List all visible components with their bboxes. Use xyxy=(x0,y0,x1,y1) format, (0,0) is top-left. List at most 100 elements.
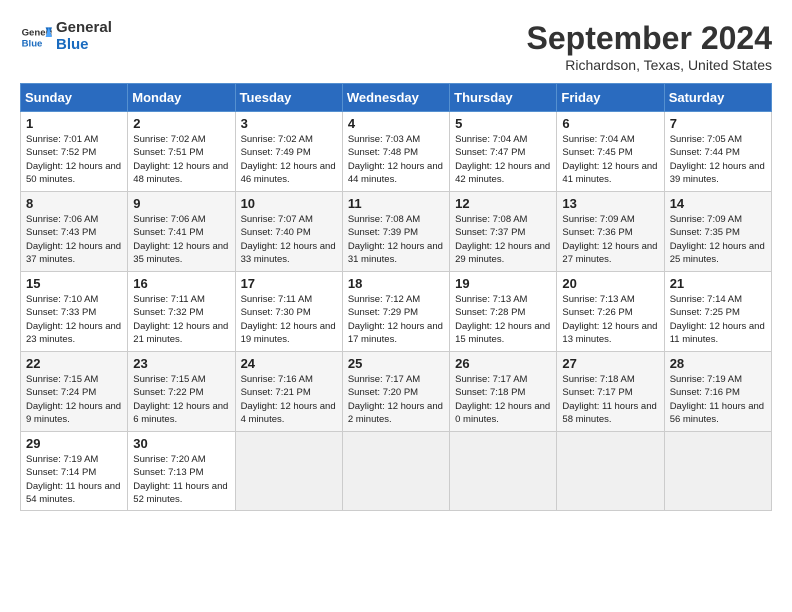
day-number: 28 xyxy=(670,356,766,371)
day-number: 18 xyxy=(348,276,444,291)
day-info: Sunrise: 7:03 AM Sunset: 7:48 PM Dayligh… xyxy=(348,133,444,186)
day-info: Sunrise: 7:14 AM Sunset: 7:25 PM Dayligh… xyxy=(670,293,766,346)
day-info: Sunrise: 7:17 AM Sunset: 7:20 PM Dayligh… xyxy=(348,373,444,426)
day-cell-25: 25 Sunrise: 7:17 AM Sunset: 7:20 PM Dayli… xyxy=(342,352,449,432)
day-cell-29: 29Sunrise: 7:19 AM Sunset: 7:14 PM Dayli… xyxy=(21,432,128,511)
day-cell-3: 3 Sunrise: 7:02 AM Sunset: 7:49 PM Daylig… xyxy=(235,112,342,192)
day-cell-6: 6 Sunrise: 7:04 AM Sunset: 7:45 PM Daylig… xyxy=(557,112,664,192)
logo-icon: General Blue xyxy=(20,21,52,53)
day-info: Sunrise: 7:19 AM Sunset: 7:14 PM Dayligh… xyxy=(26,453,122,506)
day-number: 2 xyxy=(133,116,229,131)
day-cell-18: 18 Sunrise: 7:12 AM Sunset: 7:29 PM Dayli… xyxy=(342,272,449,352)
calendar-week-4: 22 Sunrise: 7:15 AM Sunset: 7:24 PM Dayli… xyxy=(21,352,772,432)
day-cell-27: 27 Sunrise: 7:18 AM Sunset: 7:17 PM Dayli… xyxy=(557,352,664,432)
day-cell-22: 22 Sunrise: 7:15 AM Sunset: 7:24 PM Dayli… xyxy=(21,352,128,432)
day-info: Sunrise: 7:11 AM Sunset: 7:30 PM Dayligh… xyxy=(241,293,337,346)
day-number: 3 xyxy=(241,116,337,131)
column-header-friday: Friday xyxy=(557,84,664,112)
day-cell-4: 4 Sunrise: 7:03 AM Sunset: 7:48 PM Daylig… xyxy=(342,112,449,192)
day-number: 11 xyxy=(348,196,444,211)
day-cell-12: 12 Sunrise: 7:08 AM Sunset: 7:37 PM Dayli… xyxy=(450,192,557,272)
day-number: 4 xyxy=(348,116,444,131)
calendar-week-1: 1Sunrise: 7:01 AM Sunset: 7:52 PM Daylig… xyxy=(21,112,772,192)
empty-cell xyxy=(450,432,557,511)
logo-text-general: General xyxy=(56,20,112,37)
day-info: Sunrise: 7:08 AM Sunset: 7:37 PM Dayligh… xyxy=(455,213,551,266)
day-info: Sunrise: 7:09 AM Sunset: 7:36 PM Dayligh… xyxy=(562,213,658,266)
day-number: 7 xyxy=(670,116,766,131)
day-number: 13 xyxy=(562,196,658,211)
day-info: Sunrise: 7:15 AM Sunset: 7:24 PM Dayligh… xyxy=(26,373,122,426)
day-cell-21: 21 Sunrise: 7:14 AM Sunset: 7:25 PM Dayli… xyxy=(664,272,771,352)
day-info: Sunrise: 7:02 AM Sunset: 7:49 PM Dayligh… xyxy=(241,133,337,186)
calendar-week-2: 8 Sunrise: 7:06 AM Sunset: 7:43 PM Daylig… xyxy=(21,192,772,272)
title-area: September 2024 Richardson, Texas, United… xyxy=(527,20,772,73)
day-cell-17: 17 Sunrise: 7:11 AM Sunset: 7:30 PM Dayli… xyxy=(235,272,342,352)
day-cell-19: 19 Sunrise: 7:13 AM Sunset: 7:28 PM Dayli… xyxy=(450,272,557,352)
day-cell-8: 8 Sunrise: 7:06 AM Sunset: 7:43 PM Daylig… xyxy=(21,192,128,272)
day-number: 6 xyxy=(562,116,658,131)
day-cell-23: 23Sunrise: 7:15 AM Sunset: 7:22 PM Dayli… xyxy=(128,352,235,432)
day-info: Sunrise: 7:05 AM Sunset: 7:44 PM Dayligh… xyxy=(670,133,766,186)
day-info: Sunrise: 7:04 AM Sunset: 7:45 PM Dayligh… xyxy=(562,133,658,186)
day-info: Sunrise: 7:02 AM Sunset: 7:51 PM Dayligh… xyxy=(133,133,229,186)
day-info: Sunrise: 7:20 AM Sunset: 7:13 PM Dayligh… xyxy=(133,453,229,506)
day-info: Sunrise: 7:10 AM Sunset: 7:33 PM Dayligh… xyxy=(26,293,122,346)
day-cell-7: 7 Sunrise: 7:05 AM Sunset: 7:44 PM Daylig… xyxy=(664,112,771,192)
day-number: 14 xyxy=(670,196,766,211)
day-cell-28: 28Sunrise: 7:19 AM Sunset: 7:16 PM Dayli… xyxy=(664,352,771,432)
calendar-table: SundayMondayTuesdayWednesdayThursdayFrid… xyxy=(20,83,772,511)
empty-cell xyxy=(235,432,342,511)
day-info: Sunrise: 7:13 AM Sunset: 7:28 PM Dayligh… xyxy=(455,293,551,346)
day-info: Sunrise: 7:09 AM Sunset: 7:35 PM Dayligh… xyxy=(670,213,766,266)
day-number: 20 xyxy=(562,276,658,291)
day-number: 9 xyxy=(133,196,229,211)
empty-cell xyxy=(342,432,449,511)
day-number: 8 xyxy=(26,196,122,211)
day-number: 25 xyxy=(348,356,444,371)
column-header-sunday: Sunday xyxy=(21,84,128,112)
day-number: 16 xyxy=(133,276,229,291)
column-header-thursday: Thursday xyxy=(450,84,557,112)
day-cell-9: 9 Sunrise: 7:06 AM Sunset: 7:41 PM Daylig… xyxy=(128,192,235,272)
day-number: 21 xyxy=(670,276,766,291)
day-info: Sunrise: 7:13 AM Sunset: 7:26 PM Dayligh… xyxy=(562,293,658,346)
day-cell-5: 5Sunrise: 7:04 AM Sunset: 7:47 PM Daylig… xyxy=(450,112,557,192)
day-info: Sunrise: 7:16 AM Sunset: 7:21 PM Dayligh… xyxy=(241,373,337,426)
day-cell-1: 1Sunrise: 7:01 AM Sunset: 7:52 PM Daylig… xyxy=(21,112,128,192)
day-info: Sunrise: 7:07 AM Sunset: 7:40 PM Dayligh… xyxy=(241,213,337,266)
day-cell-11: 11 Sunrise: 7:08 AM Sunset: 7:39 PM Dayli… xyxy=(342,192,449,272)
column-header-tuesday: Tuesday xyxy=(235,84,342,112)
day-cell-2: 2 Sunrise: 7:02 AM Sunset: 7:51 PM Daylig… xyxy=(128,112,235,192)
day-number: 1 xyxy=(26,116,122,131)
location-subtitle: Richardson, Texas, United States xyxy=(527,57,772,73)
day-cell-26: 26 Sunrise: 7:17 AM Sunset: 7:18 PM Dayli… xyxy=(450,352,557,432)
day-number: 10 xyxy=(241,196,337,211)
page-header: General Blue General Blue September 2024… xyxy=(20,20,772,73)
day-number: 26 xyxy=(455,356,551,371)
day-info: Sunrise: 7:08 AM Sunset: 7:39 PM Dayligh… xyxy=(348,213,444,266)
day-cell-20: 20 Sunrise: 7:13 AM Sunset: 7:26 PM Dayli… xyxy=(557,272,664,352)
empty-cell xyxy=(664,432,771,511)
day-number: 27 xyxy=(562,356,658,371)
day-number: 17 xyxy=(241,276,337,291)
day-cell-30: 30 Sunrise: 7:20 AM Sunset: 7:13 PM Dayli… xyxy=(128,432,235,511)
column-header-monday: Monday xyxy=(128,84,235,112)
day-cell-14: 14 Sunrise: 7:09 AM Sunset: 7:35 PM Dayli… xyxy=(664,192,771,272)
day-cell-10: 10 Sunrise: 7:07 AM Sunset: 7:40 PM Dayli… xyxy=(235,192,342,272)
day-info: Sunrise: 7:06 AM Sunset: 7:41 PM Dayligh… xyxy=(133,213,229,266)
day-number: 30 xyxy=(133,436,229,451)
day-info: Sunrise: 7:06 AM Sunset: 7:43 PM Dayligh… xyxy=(26,213,122,266)
day-info: Sunrise: 7:12 AM Sunset: 7:29 PM Dayligh… xyxy=(348,293,444,346)
calendar-week-5: 29Sunrise: 7:19 AM Sunset: 7:14 PM Dayli… xyxy=(21,432,772,511)
day-info: Sunrise: 7:15 AM Sunset: 7:22 PM Dayligh… xyxy=(133,373,229,426)
day-number: 22 xyxy=(26,356,122,371)
day-number: 12 xyxy=(455,196,551,211)
day-number: 5 xyxy=(455,116,551,131)
day-info: Sunrise: 7:17 AM Sunset: 7:18 PM Dayligh… xyxy=(455,373,551,426)
svg-text:Blue: Blue xyxy=(22,38,43,49)
day-info: Sunrise: 7:18 AM Sunset: 7:17 PM Dayligh… xyxy=(562,373,658,426)
day-cell-13: 13 Sunrise: 7:09 AM Sunset: 7:36 PM Dayli… xyxy=(557,192,664,272)
day-number: 19 xyxy=(455,276,551,291)
month-title: September 2024 xyxy=(527,20,772,57)
